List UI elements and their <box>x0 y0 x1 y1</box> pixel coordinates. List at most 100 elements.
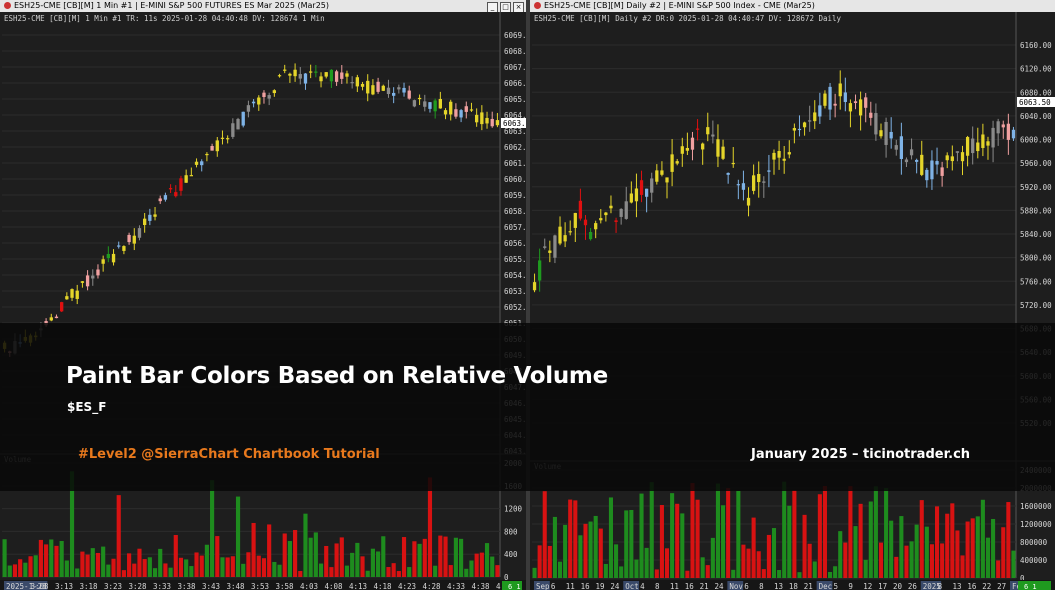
volume-bar <box>624 510 629 578</box>
candle-body <box>277 75 282 77</box>
volume-bar <box>152 568 158 577</box>
volume-bar <box>889 520 894 578</box>
volume-bar <box>370 548 375 577</box>
candle-body <box>792 128 797 131</box>
volume-bar <box>235 496 241 577</box>
candle-body <box>469 109 474 111</box>
chart-window-intraday[interactable]: ESH25-CME [CB][M] 1 Min #1 | E-MINI S&P … <box>0 0 526 590</box>
volume-bar <box>919 500 924 578</box>
time-axis-label: 13 <box>953 582 962 590</box>
volume-bar <box>741 544 746 578</box>
volume-bar <box>158 548 163 577</box>
volume-bar <box>225 557 230 577</box>
candle-body <box>614 220 618 222</box>
volume-bar <box>598 528 603 578</box>
price-axis-label: 6062.00 <box>504 143 526 152</box>
time-axis-label: 11 <box>670 582 679 590</box>
volume-bar <box>75 568 80 577</box>
candle-body <box>920 154 924 175</box>
volume-bar <box>386 567 391 577</box>
candle-body <box>106 253 111 259</box>
candle-body <box>599 218 603 221</box>
candle-body <box>288 73 292 76</box>
volume-bar <box>568 499 573 578</box>
price-axis-label: 6055.00 <box>504 255 526 264</box>
window-title-bar[interactable]: ESH25-CME [CB][M] Daily #2 | E-MINI S&P … <box>530 0 1055 12</box>
candle-body <box>454 109 458 117</box>
current-price-value: 6063.50 <box>503 119 526 128</box>
candle-body <box>955 151 960 153</box>
candle-body <box>474 114 479 123</box>
window-title-bar[interactable]: ESH25-CME [CB][M] 1 Min #1 | E-MINI S&P … <box>0 0 526 13</box>
candle-body <box>407 90 411 99</box>
candle-body <box>480 112 484 125</box>
volume-bar <box>664 548 670 578</box>
time-axis-label: 16 <box>685 582 695 590</box>
volume-bar <box>532 567 537 578</box>
price-axis-label: 6052.00 <box>504 303 526 312</box>
volume-bar <box>996 560 1001 578</box>
candle-body <box>236 118 240 130</box>
candle-body <box>54 316 59 319</box>
time-axis-label: 27 <box>997 582 1006 590</box>
volume-bar <box>267 524 272 577</box>
chart-window-daily[interactable]: ESH25-CME [CB][M] Daily #2 | E-MINI S&P … <box>530 0 1055 590</box>
candle-body <box>428 102 432 109</box>
volume-bar <box>858 503 863 578</box>
window-title: ESH25-CME [CB][M] Daily #2 | E-MINI S&P … <box>544 1 815 10</box>
volume-bar <box>7 565 12 577</box>
candle-body <box>148 214 152 221</box>
price-axis-label: 6000.00 <box>1020 136 1052 145</box>
candle-body <box>853 101 858 104</box>
candle-body <box>828 86 832 110</box>
volume-bar <box>619 566 624 578</box>
candle-body <box>706 127 710 135</box>
volume-bar <box>324 545 329 577</box>
intraday-chart-canvas[interactable]: 6069.006068.006067.006066.006065.006064.… <box>0 12 526 590</box>
candle-body <box>412 100 417 107</box>
volume-bar <box>18 559 23 577</box>
volume-axis-label: 400000 <box>1020 556 1048 565</box>
candle-body <box>762 181 766 183</box>
volume-bar <box>853 526 858 578</box>
candle-body <box>355 77 360 87</box>
volume-bar <box>807 543 812 578</box>
volume-bar <box>695 499 700 578</box>
candle-body <box>553 235 557 258</box>
daily-chart-canvas[interactable]: 6160.00 6120.00 6080.00 6040.00 6000.00 5960.… <box>530 12 1055 590</box>
volume-bar <box>49 539 54 577</box>
time-axis-label: 8 <box>655 582 660 590</box>
candle-body <box>132 235 136 244</box>
candle-body <box>757 173 761 183</box>
volume-bar <box>298 570 303 577</box>
volume-bar <box>945 513 950 578</box>
candle-body <box>96 269 100 276</box>
overlay-symbol: $ES_F <box>67 400 107 414</box>
candle-body <box>163 195 168 200</box>
volume-bar <box>766 534 771 578</box>
volume-bar <box>443 536 448 577</box>
price-axis-label: 5880.00 <box>1020 206 1052 215</box>
volume-bar <box>557 561 563 578</box>
volume-bar <box>756 551 761 578</box>
volume-bar <box>142 559 147 577</box>
time-axis-label: 4:23 <box>398 582 416 590</box>
time-axis-label: 4:13 <box>349 582 367 590</box>
candle-body <box>965 137 970 156</box>
candle-body <box>915 159 919 162</box>
volume-bar <box>940 543 945 578</box>
volume-bar <box>334 543 339 577</box>
candle-body <box>215 140 219 152</box>
volume-bar <box>833 566 838 578</box>
volume-bar <box>215 536 220 577</box>
candle-body <box>736 184 740 186</box>
candle-body <box>91 275 95 279</box>
volume-bar <box>878 542 884 578</box>
volume-bar <box>980 499 985 578</box>
candle-body <box>670 154 674 172</box>
candle-body <box>624 201 628 219</box>
time-axis-label: 3:08 <box>31 582 50 590</box>
volume-bar <box>690 483 695 578</box>
candle-body <box>716 139 720 157</box>
time-axis-label: 5 <box>834 582 839 590</box>
